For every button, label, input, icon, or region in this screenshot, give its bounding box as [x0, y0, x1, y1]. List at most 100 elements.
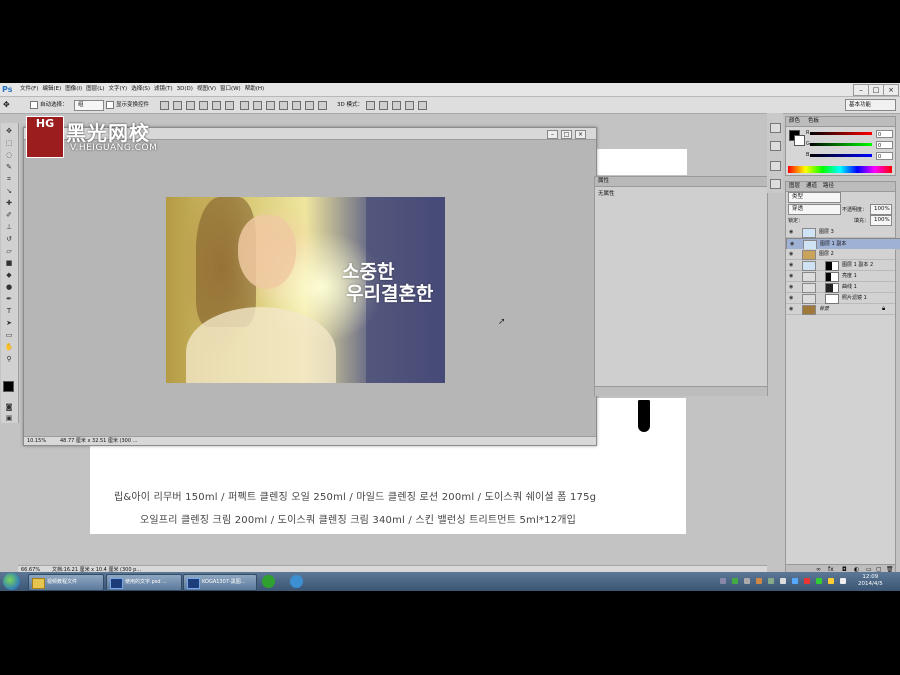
quick-mask-icon[interactable]: ◙: [4, 403, 14, 411]
auto-align-icon[interactable]: [318, 101, 327, 110]
color-bg-swatch[interactable]: [794, 135, 805, 146]
tray-icon[interactable]: [768, 578, 774, 584]
properties-tab[interactable]: 属性: [595, 177, 767, 187]
menu-layer[interactable]: 图层(L): [86, 85, 104, 94]
hand-tool[interactable]: ✋: [4, 343, 14, 351]
blur-tool[interactable]: ◆: [4, 271, 14, 279]
layer-row[interactable]: ◉ 图层 1 副本 2: [786, 260, 895, 271]
r-slider[interactable]: [810, 132, 872, 135]
eyedropper-tool[interactable]: ↘: [4, 187, 14, 195]
tab-paths[interactable]: 路径: [823, 182, 834, 191]
align-right-icon[interactable]: [225, 101, 234, 110]
minimize-icon[interactable]: –: [853, 84, 869, 96]
align-bottom-icon[interactable]: [186, 101, 195, 110]
shape-tool[interactable]: ▭: [4, 331, 14, 339]
layer-row[interactable]: ◉ 亮度 1: [786, 271, 895, 282]
tab-swatches[interactable]: 色板: [808, 117, 819, 126]
doc-close-icon[interactable]: ×: [575, 130, 586, 139]
r-value[interactable]: 0: [876, 130, 893, 138]
distribute-vcenter-icon[interactable]: [253, 101, 262, 110]
layer-row[interactable]: ◉ 图层 2: [786, 249, 895, 260]
tray-icon[interactable]: [804, 578, 810, 584]
tray-icon[interactable]: [828, 578, 834, 584]
lasso-tool[interactable]: ◌: [4, 151, 14, 159]
history-panel-icon[interactable]: [770, 123, 781, 133]
doc-maximize-icon[interactable]: □: [561, 130, 572, 139]
3d-pan-icon[interactable]: [392, 101, 401, 110]
taskbar-item-folder[interactable]: 视频教程文件: [28, 574, 104, 591]
menu-edit[interactable]: 编辑(E): [42, 85, 61, 94]
workspace-dropdown[interactable]: 基本功能: [845, 99, 896, 111]
marquee-tool[interactable]: ⬚: [4, 139, 14, 147]
menu-select[interactable]: 选择(S): [131, 85, 150, 94]
menu-3d[interactable]: 3D(D): [177, 85, 193, 94]
doc-info[interactable]: 48.77 厘米 x 32.51 厘米 (300 ...: [60, 437, 137, 445]
align-vcenter-icon[interactable]: [173, 101, 182, 110]
align-hcenter-icon[interactable]: [212, 101, 221, 110]
auto-select-checkbox[interactable]: 自动选择：: [30, 100, 68, 110]
eye-icon[interactable]: ◉: [789, 273, 793, 279]
taskbar-item-psd-2[interactable]: KOGA1307-黑图...: [183, 574, 257, 591]
taskbar-item-psd-1[interactable]: 使用的文字.psd ...: [106, 574, 182, 591]
eye-icon[interactable]: ◉: [789, 284, 793, 290]
quick-select-tool[interactable]: ✎: [4, 163, 14, 171]
maximize-icon[interactable]: □: [868, 84, 884, 96]
g-value[interactable]: 0: [876, 141, 893, 149]
distribute-right-icon[interactable]: [305, 101, 314, 110]
layer-row[interactable]: ◉ 背景 🔒︎: [786, 304, 895, 315]
align-top-icon[interactable]: [160, 101, 169, 110]
doc-minimize-icon[interactable]: –: [547, 130, 558, 139]
actions-panel-icon[interactable]: [770, 141, 781, 151]
distribute-hcenter-icon[interactable]: [292, 101, 301, 110]
menu-window[interactable]: 窗口(W): [220, 85, 241, 94]
eye-icon[interactable]: ◉: [789, 306, 793, 312]
clone-stamp-tool[interactable]: ⊥: [4, 223, 14, 231]
tab-channels[interactable]: 通道: [806, 182, 817, 191]
layer-row[interactable]: ◉ 曲线 1: [786, 282, 895, 293]
distribute-left-icon[interactable]: [279, 101, 288, 110]
tab-layers[interactable]: 图层: [789, 182, 800, 191]
dodge-tool[interactable]: ●: [4, 283, 14, 291]
b-slider[interactable]: [810, 154, 872, 157]
distribute-top-icon[interactable]: [240, 101, 249, 110]
fill-input[interactable]: 100%: [870, 215, 892, 226]
clock[interactable]: 12:09 2014/4/5: [858, 574, 883, 588]
layer-row[interactable]: ◉ 照片滤镜 1: [786, 293, 895, 304]
tab-color[interactable]: 颜色: [789, 117, 800, 126]
adjustments-panel-icon[interactable]: [770, 179, 781, 189]
start-button[interactable]: [3, 573, 20, 590]
doc-zoom[interactable]: 10.15%: [27, 437, 46, 445]
tray-icon[interactable]: [732, 578, 738, 584]
tray-icon[interactable]: [780, 578, 786, 584]
move-tool[interactable]: ✥: [4, 127, 14, 135]
menu-file[interactable]: 文件(F): [20, 85, 38, 94]
opacity-input[interactable]: 100%: [870, 204, 892, 215]
pen-tool[interactable]: ✒: [4, 295, 14, 303]
layer-row[interactable]: ◉ 图层 3: [786, 227, 895, 238]
tray-icon[interactable]: [792, 578, 798, 584]
3d-scale-icon[interactable]: [418, 101, 427, 110]
foreground-color-swatch[interactable]: [3, 381, 14, 392]
tray-icon[interactable]: [744, 578, 750, 584]
gradient-tool[interactable]: ■: [4, 259, 14, 267]
zoom-tool[interactable]: ⚲: [4, 355, 14, 363]
type-tool[interactable]: T: [4, 307, 14, 315]
menu-type[interactable]: 文字(Y): [109, 85, 128, 94]
menu-view[interactable]: 视图(V): [197, 85, 216, 94]
distribute-bottom-icon[interactable]: [266, 101, 275, 110]
menu-help[interactable]: 帮助(H): [245, 85, 264, 94]
auto-select-target-dropdown[interactable]: 组: [74, 100, 104, 111]
align-left-icon[interactable]: [199, 101, 208, 110]
healing-brush-tool[interactable]: ✚: [4, 199, 14, 207]
eye-icon[interactable]: ◉: [789, 262, 793, 268]
history-brush-tool[interactable]: ↺: [4, 235, 14, 243]
tray-icon[interactable]: [816, 578, 822, 584]
layer-filter-dropdown[interactable]: 类型: [788, 192, 841, 203]
info-panel-icon[interactable]: [770, 161, 781, 171]
show-transform-checkbox[interactable]: 显示变换控件: [106, 100, 149, 110]
b-value[interactable]: 0: [876, 152, 893, 160]
eraser-tool[interactable]: ▱: [4, 247, 14, 255]
color-spectrum[interactable]: [788, 166, 892, 173]
close-icon[interactable]: ×: [883, 84, 899, 96]
volume-icon[interactable]: [840, 578, 846, 584]
